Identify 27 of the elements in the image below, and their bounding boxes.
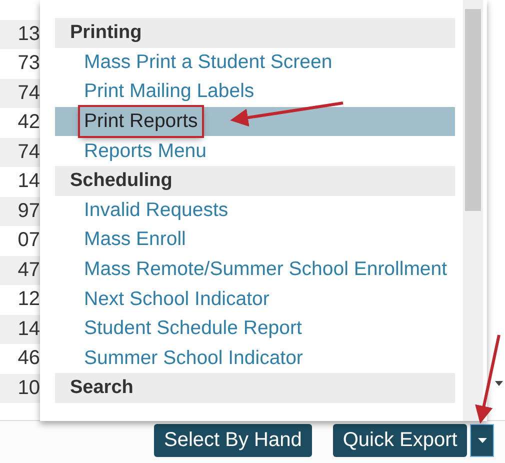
row-number: 47 <box>0 256 40 285</box>
menu-item[interactable]: Mass Remote/Summer School Enrollment <box>55 254 455 284</box>
menu-item[interactable]: Next School Indicator <box>55 284 455 314</box>
scrollbar-thumb[interactable] <box>465 9 481 211</box>
caret-icon <box>478 438 487 443</box>
scrollbar[interactable] <box>463 0 483 421</box>
menu-item[interactable]: Invalid Requests <box>55 196 455 226</box>
menu-item[interactable]: Mass Enroll <box>55 225 455 255</box>
menu-heading: Printing <box>55 18 455 48</box>
caret-icon[interactable] <box>495 381 503 386</box>
row-number: 13 <box>0 20 40 49</box>
menu-item[interactable]: Print Reports <box>55 106 455 136</box>
menu-item[interactable]: Reports Menu <box>55 136 455 166</box>
menu-heading: Scheduling <box>55 166 455 196</box>
row-number: 74 <box>0 138 40 167</box>
row-number: 97 <box>0 196 40 226</box>
menu-item[interactable]: Student Schedule Report <box>55 314 455 344</box>
row-number: 10 <box>0 374 40 403</box>
menu-item[interactable]: Print Mailing Labels <box>55 77 455 107</box>
menu-item[interactable]: Summer School Indicator <box>55 344 455 374</box>
quick-export-button[interactable]: Quick Export <box>332 424 468 457</box>
menu-heading: Search <box>55 373 455 403</box>
menu-item[interactable]: Mass Print a Student Screen <box>55 48 455 78</box>
row-number: 14 <box>0 314 40 344</box>
row-number: 74 <box>0 78 40 108</box>
dropdown-button[interactable] <box>470 424 494 457</box>
select-by-hand-button[interactable]: Select By Hand <box>154 424 312 457</box>
